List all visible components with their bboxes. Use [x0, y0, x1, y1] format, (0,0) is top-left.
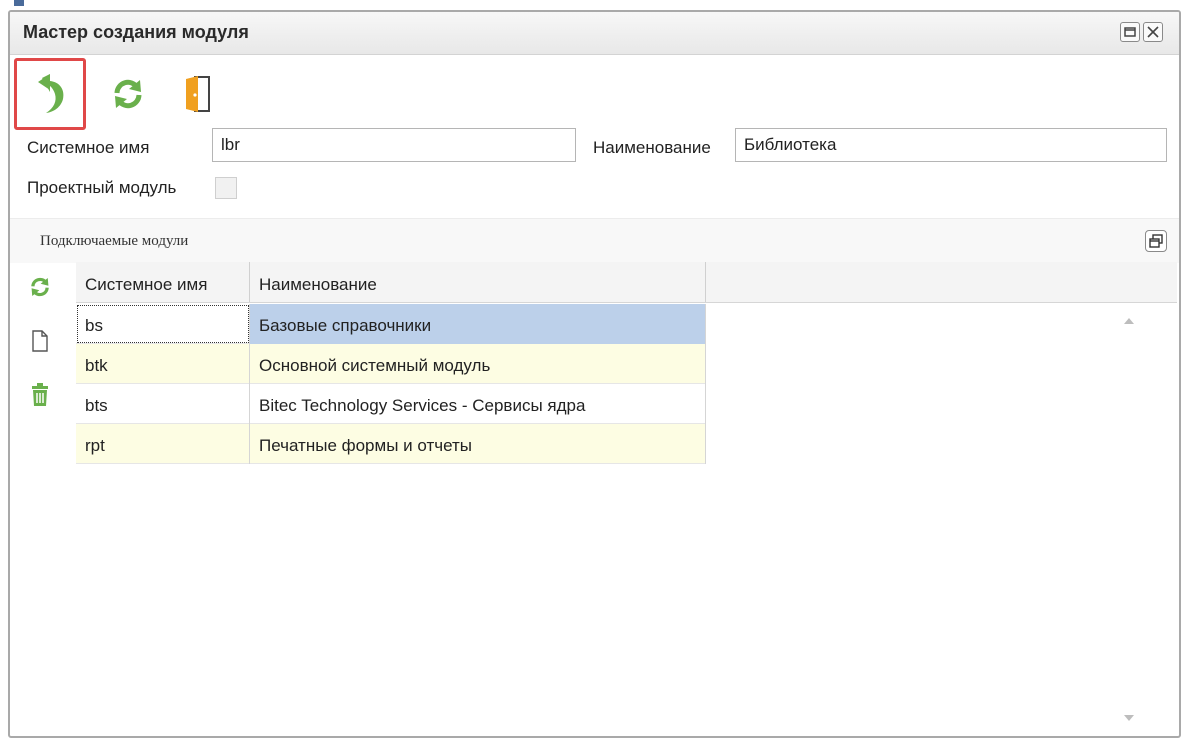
- refresh-icon: [114, 79, 142, 109]
- refresh-button[interactable]: [96, 59, 160, 129]
- name-input[interactable]: [735, 128, 1167, 162]
- panel-restore-button[interactable]: [1145, 230, 1167, 252]
- background-strip: [0, 0, 1184, 10]
- refresh-icon: [31, 277, 49, 297]
- table-row[interactable]: bs Базовые справочники: [76, 304, 706, 344]
- undo-arrow-icon: [38, 74, 64, 113]
- close-icon: [1147, 26, 1159, 38]
- new-document-icon: [32, 330, 48, 352]
- scroll-down-arrow-icon: [1124, 715, 1134, 721]
- restore-window-icon: [1149, 234, 1163, 248]
- grid-header: Системное имя Наименование: [76, 262, 1177, 303]
- scroll-down-button[interactable]: [1120, 709, 1138, 727]
- scroll-up-arrow-icon: [1124, 318, 1134, 324]
- cell-system-name[interactable]: bs: [76, 304, 250, 344]
- add-module-button[interactable]: [27, 326, 53, 356]
- close-button[interactable]: [1143, 22, 1163, 42]
- cell-system-name[interactable]: btk: [76, 344, 250, 384]
- trash-icon: [32, 383, 48, 406]
- delete-module-button[interactable]: [27, 380, 53, 410]
- cell-name[interactable]: Печатные формы и отчеты: [250, 424, 706, 464]
- system-name-label: Системное имя: [27, 138, 150, 157]
- back-button[interactable]: [14, 58, 86, 130]
- scroll-up-button[interactable]: [1120, 312, 1138, 330]
- grid-refresh-button[interactable]: [27, 272, 53, 302]
- modules-grid: Системное имя Наименование bs Базовые сп…: [76, 262, 1177, 736]
- project-module-checkbox[interactable]: [215, 177, 237, 199]
- table-row[interactable]: bts Bitec Technology Services - Сервисы …: [76, 384, 706, 424]
- cell-name[interactable]: Базовые справочники: [250, 304, 706, 344]
- modules-panel-header: Подключаемые модули: [10, 218, 1179, 263]
- maximize-button[interactable]: [1120, 22, 1140, 42]
- column-header-system-name[interactable]: Системное имя: [76, 262, 250, 302]
- project-module-label: Проектный модуль: [27, 178, 177, 197]
- maximize-icon: [1124, 27, 1136, 37]
- title-bar[interactable]: Мастер создания модуля: [10, 12, 1179, 55]
- column-header-name[interactable]: Наименование: [250, 262, 706, 302]
- cell-system-name[interactable]: bts: [76, 384, 250, 424]
- window-title: Мастер создания модуля: [23, 22, 249, 42]
- name-label: Наименование: [593, 138, 711, 157]
- background-app-fragment: [14, 0, 24, 6]
- cell-system-name[interactable]: rpt: [76, 424, 250, 464]
- system-name-input[interactable]: [212, 128, 576, 162]
- modules-panel-title: Подключаемые модули: [40, 233, 189, 249]
- exit-button[interactable]: [166, 59, 230, 129]
- exit-door-icon: [186, 76, 210, 112]
- module-wizard-window: Мастер создания модуля Системное имя Наи: [8, 10, 1181, 738]
- table-row[interactable]: rpt Печатные формы и отчеты: [76, 424, 706, 464]
- table-row[interactable]: btk Основной системный модуль: [76, 344, 706, 384]
- cell-name[interactable]: Bitec Technology Services - Сервисы ядра: [250, 384, 706, 424]
- cell-name[interactable]: Основной системный модуль: [250, 344, 706, 384]
